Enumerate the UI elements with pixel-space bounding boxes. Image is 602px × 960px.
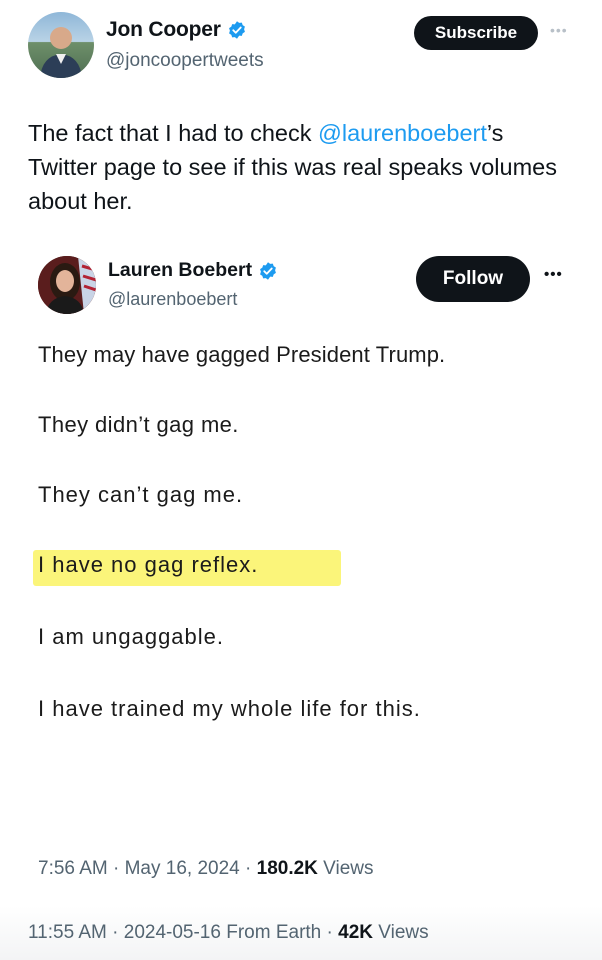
verified-badge-icon (227, 20, 247, 40)
tweet-line: They can’t gag me. (38, 482, 244, 507)
views-label: Views (372, 922, 429, 943)
author-name-text: Jon Cooper (106, 18, 221, 41)
tweet-line: They may have gagged President Trump. (38, 342, 446, 367)
mention-link[interactable]: @laurenboebert (318, 120, 487, 146)
avatar-jon-cooper[interactable] (28, 12, 94, 78)
tweet-text: The fact that I had to check @laurenboeb… (28, 116, 573, 218)
author-handle-jon-cooper[interactable]: @joncoopertweets (106, 50, 264, 72)
follow-button[interactable]: Follow (416, 256, 530, 302)
more-dots-icon[interactable]: ••• (544, 266, 563, 283)
tweet-line: I have trained my whole life for this. (38, 696, 421, 721)
author-handle-lauren-boebert[interactable]: @laurenboebert (108, 289, 237, 310)
views-count: 42K (338, 922, 373, 943)
embedded-tweet-metadata: 7:56 AM · May 16, 2024 · 180.2K Views (38, 858, 374, 880)
author-name-lauren-boebert[interactable]: Lauren Boebert (108, 259, 278, 282)
quote-tweet-metadata: 11:55 AM · 2024-05-16 From Earth · 42K V… (28, 922, 429, 944)
verified-badge-icon (258, 261, 278, 281)
tweet-line: I am ungaggable. (38, 624, 225, 649)
views-count: 180.2K (256, 858, 318, 879)
tweet-line-highlighted: I have no gag reflex. (38, 552, 259, 577)
views-label: Views (317, 858, 374, 879)
tweet-text-part: The fact that I had to check (28, 120, 318, 146)
subscribe-button[interactable]: Subscribe (414, 16, 538, 50)
more-dots-icon[interactable]: ••• (550, 22, 568, 38)
timestamp[interactable]: 11:55 AM · 2024-05-16 From Earth · (28, 922, 338, 943)
author-name-text: Lauren Boebert (108, 259, 253, 281)
tweet-line: They didn’t gag me. (38, 412, 239, 437)
timestamp[interactable]: 7:56 AM · May 16, 2024 · (38, 858, 257, 879)
avatar-lauren-boebert[interactable] (38, 256, 96, 314)
author-name-jon-cooper[interactable]: Jon Cooper (106, 18, 247, 42)
